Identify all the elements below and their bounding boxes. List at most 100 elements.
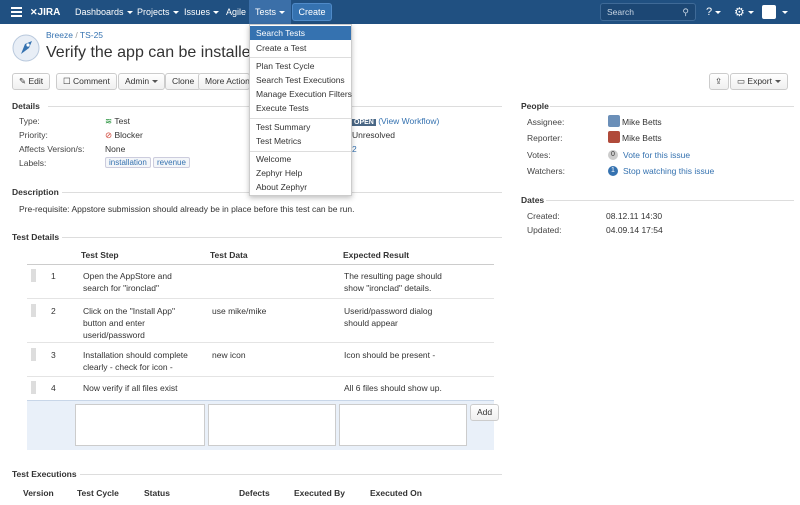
fix-version-link[interactable]: 2: [352, 144, 357, 154]
pencil-icon: ✎: [19, 76, 27, 86]
clone-button[interactable]: Clone: [165, 73, 202, 90]
blocker-icon: ⊘: [105, 130, 113, 140]
watchers-label: Watchers:: [527, 166, 565, 176]
breadcrumb-issue-key[interactable]: TS-25: [80, 30, 103, 40]
search-input[interactable]: Search ⚲: [600, 3, 696, 21]
label-tag[interactable]: revenue: [153, 157, 190, 168]
label-tag[interactable]: installation: [105, 157, 151, 168]
drag-handle[interactable]: [31, 381, 36, 394]
nav-issues[interactable]: Issues: [184, 0, 220, 24]
menu-item-search-test-executions[interactable]: Search Test Executions: [250, 73, 351, 87]
expected-result-cell[interactable]: All 6 files should show up.: [344, 382, 464, 394]
more-actions-button[interactable]: More Actions: [198, 73, 250, 90]
step-number: 3: [51, 350, 56, 360]
test-step-cell[interactable]: Click on the "Install App" button and en…: [83, 305, 183, 341]
reporter-label: Reporter:: [527, 133, 563, 143]
updated-value: 04.09.14 17:54: [606, 225, 663, 235]
admin-button[interactable]: Admin: [118, 73, 166, 90]
divider: [80, 474, 502, 475]
expected-result-cell[interactable]: Icon should be present -: [344, 349, 454, 361]
menu-item-execute-tests[interactable]: Execute Tests: [250, 101, 351, 115]
search-icon: ⚲: [682, 7, 689, 17]
step-number: 1: [51, 271, 56, 281]
test-details-heading: Test Details: [12, 232, 60, 242]
resolution-value: Unresolved: [352, 130, 395, 140]
comment-button[interactable]: ☐ Comment: [56, 73, 117, 90]
menu-icon[interactable]: [11, 7, 22, 17]
jira-logo[interactable]: ✕JIRA: [30, 0, 60, 24]
chevron-down-icon: [172, 11, 179, 15]
column-header: Executed By: [294, 488, 346, 498]
export-icon: ▭: [737, 76, 746, 86]
expected-result-cell[interactable]: Userid/password dialog should appear: [344, 305, 444, 329]
test-step-cell[interactable]: Open the AppStore and search for "ironcl…: [83, 270, 193, 294]
watch-link[interactable]: Stop watching this issue: [623, 166, 714, 176]
new-result-input[interactable]: [339, 404, 467, 446]
share-button[interactable]: ⇪: [709, 73, 729, 90]
assignee-label: Assignee:: [527, 117, 565, 127]
step-number: 4: [51, 383, 56, 393]
column-header: Expected Result: [343, 250, 410, 260]
nav-agile[interactable]: Agile: [226, 0, 246, 24]
votes-label: Votes:: [527, 150, 551, 160]
project-avatar: [12, 34, 40, 62]
assignee-value[interactable]: Mike Betts: [622, 117, 662, 127]
drag-handle[interactable]: [31, 269, 36, 282]
breadcrumb: Breeze / TS-25: [46, 30, 104, 40]
vote-link[interactable]: Vote for this issue: [623, 150, 690, 160]
jira-logo-icon: ✕: [30, 7, 38, 17]
add-step-button[interactable]: Add: [470, 404, 500, 421]
column-header: Defects: [239, 488, 270, 498]
chevron-down-icon: [279, 11, 286, 15]
divider: [27, 376, 494, 377]
menu-item-create-test[interactable]: Create a Test: [250, 41, 351, 55]
menu-item-plan-test-cycle[interactable]: Plan Test Cycle: [250, 59, 351, 73]
divider: [27, 264, 494, 265]
avatar: [608, 115, 620, 127]
test-step-cell[interactable]: Now verify if all files exist: [83, 382, 203, 394]
user-avatar[interactable]: [762, 5, 776, 19]
help-icon[interactable]: ?: [706, 0, 722, 24]
menu-item-about-zephyr[interactable]: About Zephyr: [250, 180, 351, 194]
divider: [27, 298, 494, 299]
tests-dropdown-menu: Search Tests Create a Test Plan Test Cyc…: [249, 24, 352, 196]
menu-item-search-tests[interactable]: Search Tests: [250, 26, 351, 40]
test-executions-heading: Test Executions: [12, 469, 77, 479]
menu-item-zephyr-help[interactable]: Zephyr Help: [250, 166, 351, 180]
test-step-cell[interactable]: Installation should complete clearly - c…: [83, 349, 193, 373]
divider: [27, 342, 494, 343]
view-workflow-link[interactable]: (View Workflow): [378, 116, 439, 126]
column-header: Version: [23, 488, 54, 498]
drag-handle[interactable]: [31, 348, 36, 361]
nav-tests[interactable]: Tests: [249, 0, 292, 24]
menu-item-welcome[interactable]: Welcome: [250, 152, 351, 166]
nav-dashboards[interactable]: Dashboards: [75, 0, 133, 24]
avatar: [608, 131, 620, 143]
drag-handle[interactable]: [31, 304, 36, 317]
edit-button[interactable]: ✎ Edit: [12, 73, 51, 90]
new-step-input[interactable]: [75, 404, 205, 446]
nav-projects[interactable]: Projects: [137, 0, 179, 24]
gear-icon[interactable]: ⚙: [734, 0, 754, 24]
watchers-count-badge: 1: [608, 166, 618, 176]
menu-item-test-summary[interactable]: Test Summary: [250, 120, 351, 134]
menu-item-manage-execution-filters[interactable]: Manage Execution Filters: [250, 87, 352, 101]
column-header: Test Step: [81, 250, 119, 260]
new-data-input[interactable]: [208, 404, 336, 446]
menu-item-test-metrics[interactable]: Test Metrics: [250, 134, 351, 148]
test-data-cell[interactable]: use mike/mike: [212, 305, 322, 317]
type-label: Type:: [19, 116, 40, 126]
reporter-value[interactable]: Mike Betts: [622, 133, 662, 143]
share-icon: ⇪: [715, 76, 723, 86]
create-button[interactable]: Create: [292, 3, 332, 21]
export-button[interactable]: ▭ Export: [730, 73, 788, 90]
type-value: ≋ Test: [105, 116, 130, 126]
breadcrumb-project[interactable]: Breeze: [46, 30, 73, 40]
chevron-down-icon: [782, 11, 788, 14]
expected-result-cell[interactable]: The resulting page should show "ironclad…: [344, 270, 454, 294]
menu-separator: [250, 118, 351, 119]
column-header: Test Cycle: [77, 488, 119, 498]
top-nav: ✕JIRA Dashboards Projects Issues Agile T…: [0, 0, 800, 24]
test-data-cell[interactable]: new icon: [212, 349, 322, 361]
divider: [62, 237, 502, 238]
